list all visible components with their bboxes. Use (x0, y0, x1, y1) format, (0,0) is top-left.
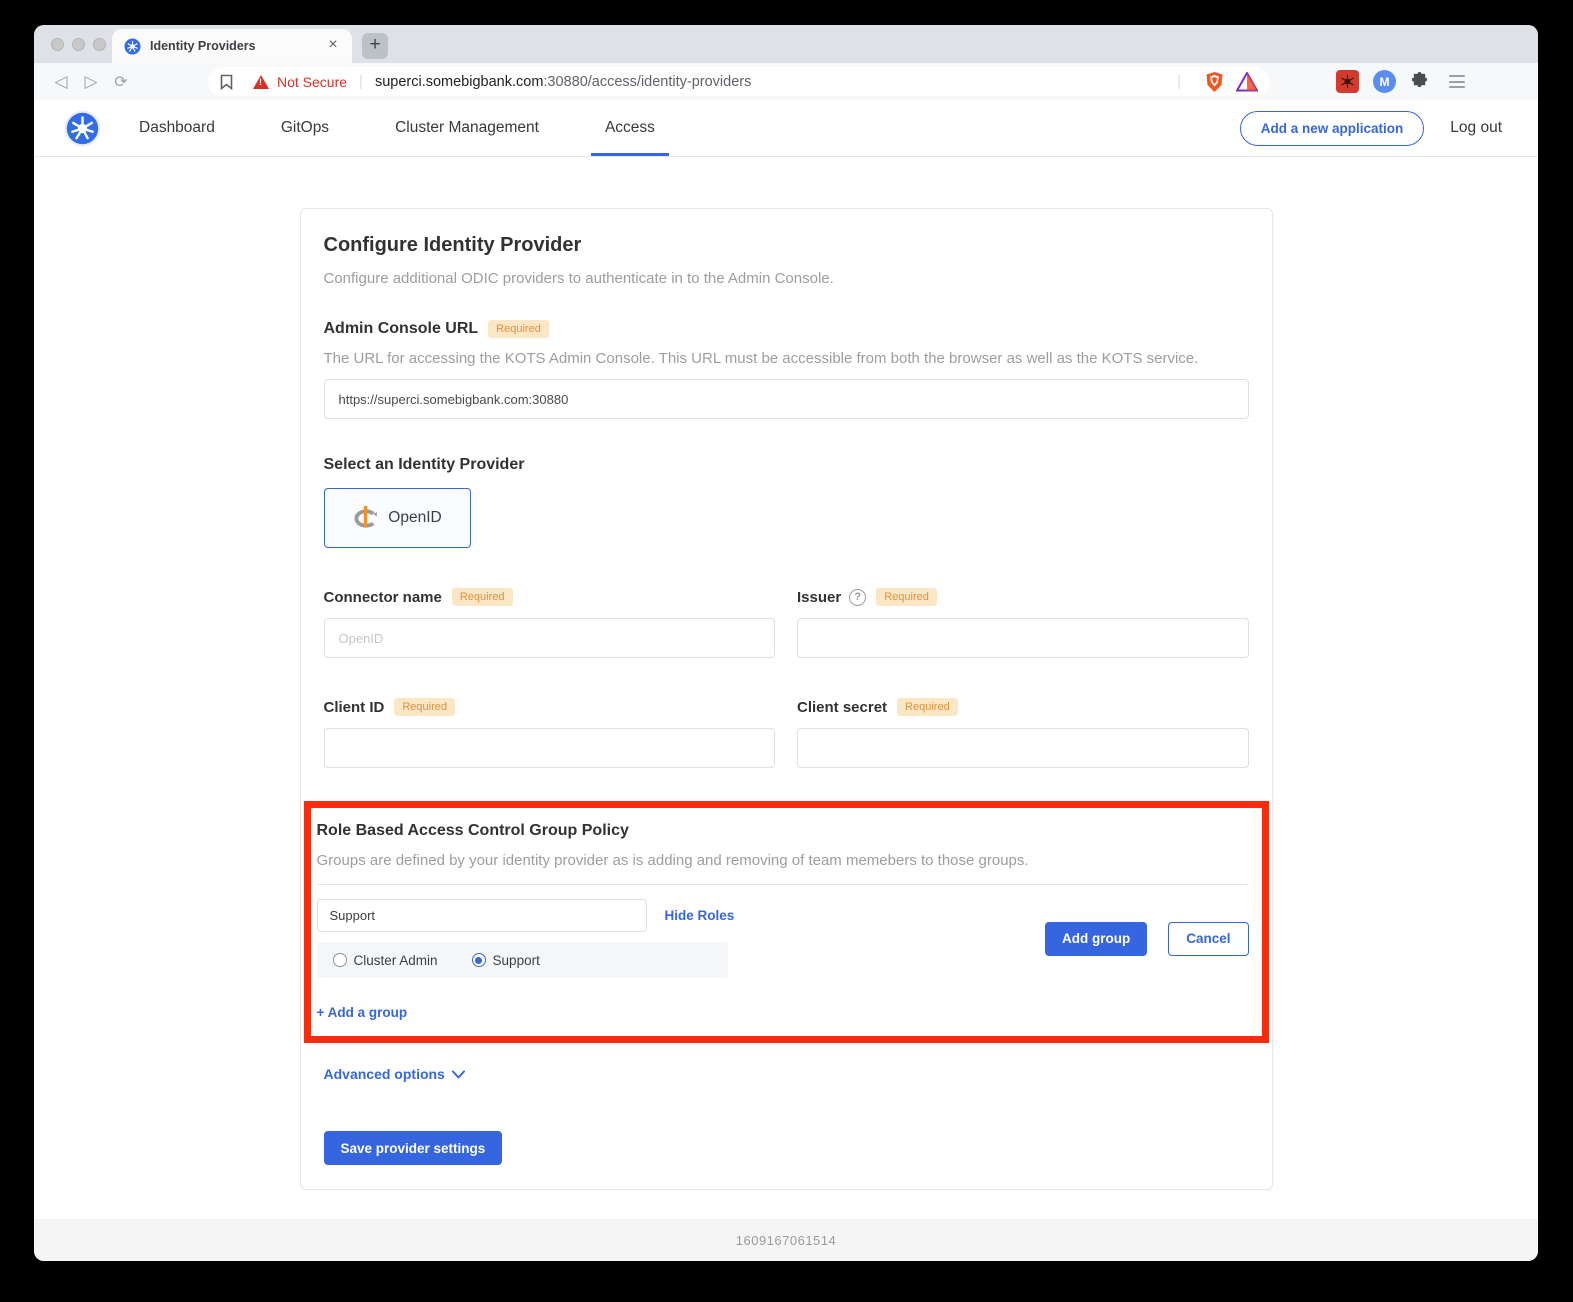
client-id-field: Client ID Required (324, 698, 776, 768)
role-label: Support (493, 953, 540, 968)
add-a-group-link[interactable]: + Add a group (317, 1005, 408, 1020)
client-secret-field: Client secret Required (797, 698, 1249, 768)
nav-item-access[interactable]: Access (605, 100, 655, 156)
brave-rewards-triangle-icon[interactable] (1236, 72, 1258, 92)
issuer-field: Issuer ? Required (797, 588, 1249, 658)
page-title: Configure Identity Provider (324, 234, 1249, 257)
add-new-application-button[interactable]: Add a new application (1240, 111, 1425, 146)
openid-provider-tile[interactable]: OpenID (324, 488, 471, 548)
tab-bar: Identity Providers × + (34, 25, 1538, 63)
address-separator-right: | (1177, 73, 1181, 90)
client-secret-label: Client secret (797, 699, 887, 716)
brave-shield-icon[interactable] (1205, 71, 1224, 93)
save-provider-settings-button[interactable]: Save provider settings (324, 1131, 503, 1165)
add-group-button[interactable]: Add group (1045, 922, 1147, 956)
required-badge: Required (876, 588, 937, 606)
new-tab-button[interactable]: + (362, 33, 388, 59)
reload-icon[interactable]: ⟳ (106, 72, 136, 92)
footer-timestamp: 1609167061514 (736, 1233, 837, 1248)
page-content: Configure Identity Provider Configure ad… (34, 157, 1538, 1219)
admin-console-url-description: The URL for accessing the KOTS Admin Con… (324, 350, 1249, 367)
app-navigation: Dashboard GitOps Cluster Management Acce… (34, 100, 1538, 157)
url-host: superci.somebigbank.com (375, 74, 543, 90)
browser-toolbar: ◁ ▷ ⟳ Not Secure | superci.somebigbank.c… (34, 63, 1538, 100)
tab-title: Identity Providers (150, 39, 324, 53)
not-secure-warning-icon (253, 75, 269, 89)
tab-close-icon[interactable]: × (324, 37, 342, 55)
connector-name-input[interactable] (324, 618, 776, 658)
zoom-window-button[interactable] (93, 38, 106, 51)
rbac-description: Groups are defined by your identity prov… (317, 852, 1249, 869)
radio-unchecked-icon[interactable] (333, 953, 347, 967)
client-secret-input[interactable] (797, 728, 1249, 768)
nav-item-dashboard[interactable]: Dashboard (139, 100, 215, 156)
browser-menu-icon[interactable] (1449, 75, 1465, 88)
browser-window: Identity Providers × + ◁ ▷ ⟳ Not Secure … (34, 25, 1538, 1261)
required-badge: Required (394, 698, 455, 716)
openid-provider-label: OpenID (388, 509, 441, 527)
minimize-window-button[interactable] (72, 38, 85, 51)
rbac-title: Role Based Access Control Group Policy (317, 822, 629, 840)
admin-console-url-input[interactable] (324, 379, 1249, 419)
extensions-puzzle-icon[interactable] (1410, 72, 1429, 91)
window-controls (51, 38, 106, 51)
issuer-help-icon[interactable]: ? (849, 589, 866, 606)
close-window-button[interactable] (51, 38, 64, 51)
roles-panel: Cluster Admin Support (317, 942, 728, 978)
configure-identity-provider-card: Configure Identity Provider Configure ad… (300, 208, 1273, 1190)
nav-item-gitops[interactable]: GitOps (281, 100, 329, 156)
admin-console-url-label: Admin Console URL (324, 320, 479, 338)
chevron-down-icon (452, 1070, 465, 1079)
connector-name-field: Connector name Required (324, 588, 776, 658)
group-name-input[interactable] (317, 899, 647, 932)
not-secure-label: Not Secure (277, 74, 347, 90)
rbac-highlight-annotation: Role Based Access Control Group Policy G… (304, 801, 1269, 1043)
url-path: :30880/access/identity-providers (543, 74, 751, 90)
issuer-input[interactable] (797, 618, 1249, 658)
required-badge: Required (452, 588, 513, 606)
address-bar[interactable]: Not Secure | superci.somebigbank.com:308… (208, 67, 1270, 96)
advanced-options-link[interactable]: Advanced options (324, 1066, 465, 1082)
bookmark-icon[interactable] (220, 74, 233, 90)
extensions-area: M (1336, 70, 1465, 93)
client-id-input[interactable] (324, 728, 776, 768)
advanced-options-label: Advanced options (324, 1066, 445, 1082)
rbac-divider (317, 884, 1249, 885)
browser-tab[interactable]: Identity Providers × (112, 29, 352, 63)
role-label: Cluster Admin (354, 953, 438, 968)
extension-adblock-icon[interactable] (1336, 70, 1359, 93)
cancel-button[interactable]: Cancel (1168, 922, 1248, 956)
role-option-cluster-admin[interactable]: Cluster Admin (333, 953, 438, 968)
kubernetes-logo-icon (64, 110, 101, 147)
logout-link[interactable]: Log out (1450, 119, 1502, 137)
address-separator: | (359, 73, 363, 90)
kubernetes-favicon-icon (124, 38, 141, 55)
client-id-label: Client ID (324, 699, 385, 716)
openid-logo-icon (352, 505, 379, 532)
back-icon[interactable]: ◁ (46, 72, 76, 92)
issuer-label: Issuer (797, 589, 841, 606)
nav-item-cluster-management[interactable]: Cluster Management (395, 100, 539, 156)
required-badge: Required (488, 320, 549, 338)
extension-m-icon[interactable]: M (1373, 70, 1396, 93)
hide-roles-link[interactable]: Hide Roles (665, 908, 735, 923)
connector-name-label: Connector name (324, 589, 442, 606)
radio-checked-icon[interactable] (472, 953, 486, 967)
page-subtitle: Configure additional ODIC providers to a… (324, 270, 1249, 287)
select-identity-provider-label: Select an Identity Provider (324, 456, 525, 474)
required-badge: Required (897, 698, 958, 716)
app-footer: 1609167061514 (34, 1219, 1538, 1261)
forward-icon[interactable]: ▷ (76, 72, 106, 92)
role-option-support[interactable]: Support (472, 953, 540, 968)
